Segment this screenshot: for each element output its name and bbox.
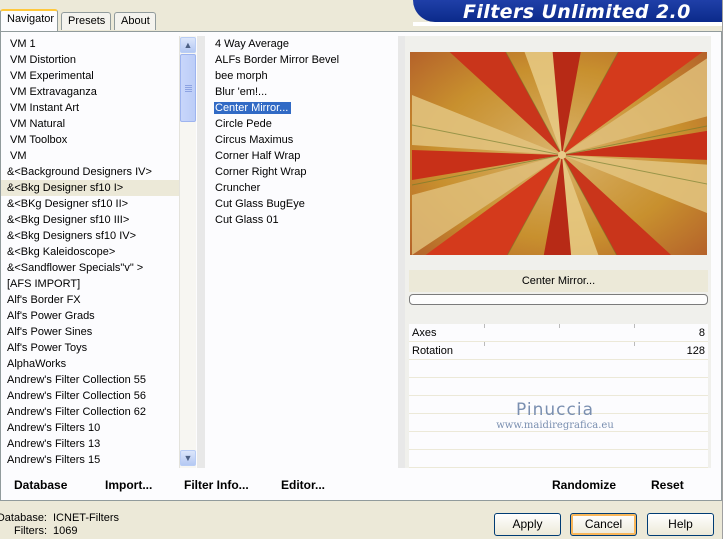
filter-item-label: Cut Glass BugEye <box>215 198 305 210</box>
parameter-list: Axes 8 Rotation 128 <box>409 324 708 468</box>
scroll-up-arrow-icon[interactable]: ▲ <box>180 37 196 53</box>
category-item[interactable]: VM Distortion <box>1 52 179 68</box>
watermark-url: www.maidiregrafica.eu <box>496 420 614 431</box>
category-item[interactable]: Andrew's Filters 13 <box>1 436 179 452</box>
filter-item[interactable]: Circle Pede <box>206 116 398 132</box>
import-button[interactable]: Import... <box>105 477 152 493</box>
category-item[interactable]: &<Bkg Designer sf10 I> <box>1 180 179 196</box>
tab-bar: Navigator Presets About <box>0 0 410 31</box>
help-button[interactable]: Help <box>647 513 714 536</box>
tab-about[interactable]: About <box>114 12 156 30</box>
filter-item[interactable]: Cut Glass 01 <box>206 212 398 228</box>
param-slot-empty <box>409 432 708 450</box>
filter-item-label: bee morph <box>215 70 268 82</box>
watermark: Pinuccia www.maidiregrafica.eu <box>455 400 655 431</box>
tab-presets[interactable]: Presets <box>61 12 111 30</box>
category-item[interactable]: Alf's Power Toys <box>1 340 179 356</box>
filter-info-button[interactable]: Filter Info... <box>184 477 249 493</box>
progress-bar <box>409 294 708 305</box>
filter-list[interactable]: 4 Way Average ALFs Border Mirror Bevel bee… <box>206 36 398 468</box>
category-item[interactable]: &<BKg Designer sf10 II> <box>1 196 179 212</box>
database-value: ICNET-Filters <box>53 512 119 524</box>
param-axes[interactable]: Axes 8 <box>409 324 708 342</box>
category-list[interactable]: VM 1 VM Distortion VM Experimental VM Extra… <box>1 36 179 468</box>
status-info: Database: ICNET-Filters Filters: 1069 <box>0 512 119 538</box>
filter-item[interactable]: Circus Maximus <box>206 132 398 148</box>
filter-item-label: Cruncher <box>215 182 261 194</box>
cancel-button[interactable]: Cancel <box>570 513 637 536</box>
category-item[interactable]: VM Experimental <box>1 68 179 84</box>
watermark-name: Pinuccia <box>516 400 594 420</box>
category-scrollbar[interactable]: ▲ ▼ <box>179 36 196 468</box>
list-separator <box>398 36 405 468</box>
category-item[interactable]: &<Background Designers IV> <box>1 164 179 180</box>
filter-item[interactable]: bee morph <box>206 68 398 84</box>
category-item[interactable]: VM <box>1 148 179 164</box>
param-label: Axes <box>412 327 437 339</box>
category-item[interactable]: Alf's Border FX <box>1 292 179 308</box>
param-slot-empty <box>409 378 708 396</box>
category-item[interactable]: VM Toolbox <box>1 132 179 148</box>
category-item[interactable]: &<Bkg Designer sf10 III> <box>1 212 179 228</box>
filter-item[interactable]: Cruncher <box>206 180 398 196</box>
filter-item[interactable]: Corner Right Wrap <box>206 164 398 180</box>
apply-button[interactable]: Apply <box>494 513 561 536</box>
list-separator <box>197 36 205 468</box>
filter-item[interactable]: Blur 'em!... <box>206 84 398 100</box>
category-item[interactable]: VM Extravaganza <box>1 84 179 100</box>
window-edge <box>722 0 728 539</box>
reset-button[interactable]: Reset <box>651 477 684 493</box>
tab-navigator[interactable]: Navigator <box>0 9 58 31</box>
scroll-down-arrow-icon[interactable]: ▼ <box>180 450 196 466</box>
param-value: 8 <box>698 327 705 339</box>
filter-item-label: ALFs Border Mirror Bevel <box>215 54 340 66</box>
category-item[interactable]: VM Natural <box>1 116 179 132</box>
database-label: Database: <box>0 512 47 524</box>
param-slot-empty <box>409 450 708 468</box>
randomize-button[interactable]: Randomize <box>552 477 616 493</box>
param-value: 128 <box>686 345 705 357</box>
param-rotation[interactable]: Rotation 128 <box>409 342 708 360</box>
category-item[interactable]: [AFS IMPORT] <box>1 276 179 292</box>
category-item[interactable]: Alf's Power Sines <box>1 324 179 340</box>
param-slot-empty <box>409 360 708 378</box>
category-item[interactable]: AlphaWorks <box>1 356 179 372</box>
param-label: Rotation <box>412 345 453 357</box>
category-item[interactable]: Alf's Power Grads <box>1 308 179 324</box>
category-item[interactable]: Andrew's Filter Collection 55 <box>1 372 179 388</box>
filter-item-label: Circus Maximus <box>215 134 294 146</box>
filter-item-label: Cut Glass 01 <box>215 214 279 226</box>
category-item[interactable]: Andrew's Filters 10 <box>1 420 179 436</box>
filter-item-label: Circle Pede <box>215 118 272 130</box>
filter-item-label: Corner Half Wrap <box>215 150 301 162</box>
category-item[interactable]: &<Sandflower Specials"v" > <box>1 260 179 276</box>
category-item[interactable]: Andrew's Filters 15 <box>1 452 179 468</box>
category-item[interactable]: Andrew's Filter Collection 56 <box>1 388 179 404</box>
filter-item[interactable]: Cut Glass BugEye <box>206 196 398 212</box>
preview-image <box>410 52 707 255</box>
filters-count-label: Filters: <box>14 525 47 537</box>
filter-item[interactable]: Center Mirror... <box>206 100 398 116</box>
category-item[interactable]: &<Bkg Designers sf10 IV> <box>1 228 179 244</box>
database-button[interactable]: Database <box>14 477 67 493</box>
scroll-thumb[interactable] <box>180 54 196 122</box>
editor-button[interactable]: Editor... <box>281 477 325 493</box>
filter-item-label: Center Mirror... <box>214 102 292 114</box>
filters-count-value: 1069 <box>53 525 78 537</box>
filter-item[interactable]: Corner Half Wrap <box>206 148 398 164</box>
category-item[interactable]: &<Bkg Kaleidoscope> <box>1 244 179 260</box>
category-item[interactable]: VM 1 <box>1 36 179 52</box>
category-item[interactable]: VM Instant Art <box>1 100 179 116</box>
category-item[interactable]: Andrew's Filter Collection 62 <box>1 404 179 420</box>
app-title-banner: Filters Unlimited 2.0 <box>413 0 723 23</box>
filter-item-label: Blur 'em!... <box>215 86 268 98</box>
filter-item-label: Corner Right Wrap <box>215 166 307 178</box>
current-filter-name: Center Mirror... <box>409 270 708 292</box>
filter-item-label: 4 Way Average <box>215 38 289 50</box>
filter-item[interactable]: 4 Way Average <box>206 36 398 52</box>
filter-item[interactable]: ALFs Border Mirror Bevel <box>206 52 398 68</box>
banner-divider <box>413 22 723 26</box>
